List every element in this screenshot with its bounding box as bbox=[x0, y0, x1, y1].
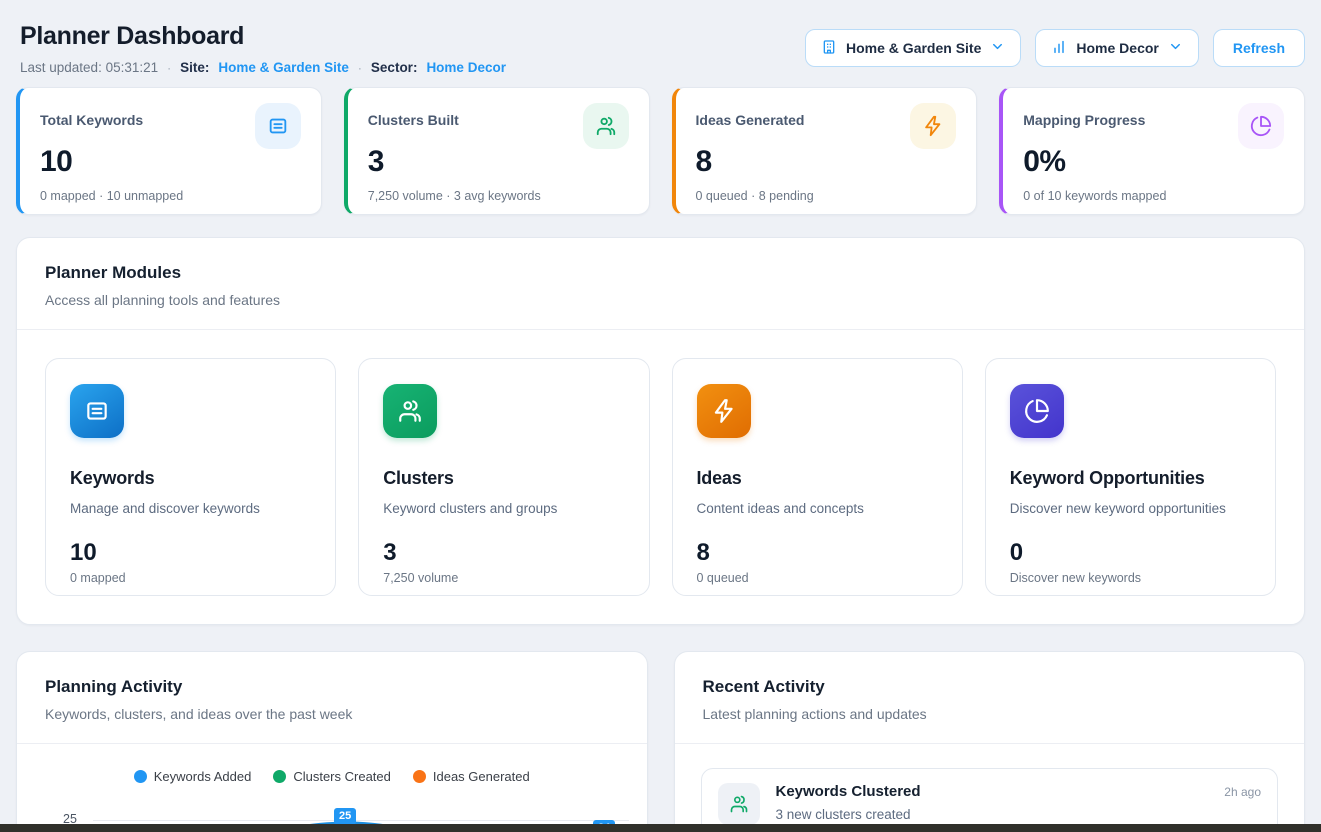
module-subtitle: 0 mapped bbox=[70, 571, 311, 585]
stat-value: 10 bbox=[40, 145, 301, 179]
module-title: Keywords bbox=[70, 468, 311, 489]
planner-modules-panel: Planner Modules Access all planning tool… bbox=[16, 237, 1305, 625]
activity-time: 2h ago bbox=[1224, 785, 1261, 799]
page-title: Planner Dashboard bbox=[20, 22, 506, 51]
sector-link[interactable]: Home Decor bbox=[426, 60, 506, 75]
module-value: 0 bbox=[1010, 539, 1251, 567]
module-subtitle: 0 queued bbox=[697, 571, 938, 585]
stat-subtitle: 0 of 10 keywords mapped bbox=[1023, 189, 1284, 203]
planning-activity-subtitle: Keywords, clusters, and ideas over the p… bbox=[45, 706, 619, 722]
recent-activity-title: Recent Activity bbox=[703, 677, 1277, 697]
legend-label: Clusters Created bbox=[293, 769, 391, 784]
stats-row: Total Keywords 10 0 mapped · 10 unmapped… bbox=[16, 87, 1305, 215]
legend-label: Keywords Added bbox=[154, 769, 252, 784]
stat-subtitle: 0 queued · 8 pending bbox=[696, 189, 957, 203]
legend-item-clusters-created: Clusters Created bbox=[273, 769, 391, 784]
stat-card-mapping-progress: Mapping Progress 0% 0 of 10 keywords map… bbox=[999, 87, 1305, 215]
module-card-keyword-opportunities[interactable]: Keyword Opportunities Discover new keywo… bbox=[985, 358, 1276, 596]
stat-value: 0% bbox=[1023, 145, 1284, 179]
bottom-row: Planning Activity Keywords, clusters, an… bbox=[16, 651, 1305, 832]
chevron-down-icon bbox=[990, 39, 1005, 57]
modules-grid: Keywords Manage and discover keywords 10… bbox=[17, 330, 1304, 624]
taskbar-edge bbox=[0, 824, 1321, 832]
stat-card-ideas-generated: Ideas Generated 8 0 queued · 8 pending bbox=[672, 87, 978, 215]
legend-item-ideas-generated: Ideas Generated bbox=[413, 769, 530, 784]
stat-card-clusters-built: Clusters Built 3 7,250 volume · 3 avg ke… bbox=[344, 87, 650, 215]
activity-title: Keywords Clustered bbox=[776, 783, 921, 800]
module-subtitle: Discover new keywords bbox=[1010, 571, 1251, 585]
legend-item-keywords-added: Keywords Added bbox=[134, 769, 252, 784]
module-title: Ideas bbox=[697, 468, 938, 489]
module-title: Keyword Opportunities bbox=[1010, 468, 1251, 489]
users-icon bbox=[383, 384, 437, 438]
point-label-badge: 25 bbox=[334, 808, 356, 825]
lightning-icon bbox=[697, 384, 751, 438]
last-updated-text: Last updated: 05:31:21 bbox=[20, 60, 158, 75]
module-description: Keyword clusters and groups bbox=[383, 501, 624, 516]
stat-label: Mapping Progress bbox=[1023, 112, 1145, 128]
stat-subtitle: 7,250 volume · 3 avg keywords bbox=[368, 189, 629, 203]
legend-dot-icon bbox=[273, 770, 286, 783]
planning-activity-panel: Planning Activity Keywords, clusters, an… bbox=[16, 651, 648, 832]
module-card-clusters[interactable]: Clusters Keyword clusters and groups 3 7… bbox=[358, 358, 649, 596]
refresh-button[interactable]: Refresh bbox=[1213, 29, 1305, 67]
page-header: Planner Dashboard Last updated: 05:31:21… bbox=[16, 22, 1305, 75]
chart-legend: Keywords Added Clusters Created Ideas Ge… bbox=[17, 768, 647, 784]
module-description: Manage and discover keywords bbox=[70, 501, 311, 516]
site-link[interactable]: Home & Garden Site bbox=[218, 60, 349, 75]
modules-section-title: Planner Modules bbox=[45, 263, 1276, 283]
legend-dot-icon bbox=[134, 770, 147, 783]
module-card-ideas[interactable]: Ideas Content ideas and concepts 8 0 que… bbox=[672, 358, 963, 596]
module-value: 3 bbox=[383, 539, 624, 567]
header-left: Planner Dashboard Last updated: 05:31:21… bbox=[16, 22, 506, 75]
planner-dashboard-page: Planner Dashboard Last updated: 05:31:21… bbox=[0, 0, 1321, 832]
module-subtitle: 7,250 volume bbox=[383, 571, 624, 585]
recent-activity-subtitle: Latest planning actions and updates bbox=[703, 706, 1277, 722]
activity-feed: Keywords Clustered 2h ago 3 new clusters… bbox=[675, 744, 1305, 832]
module-description: Content ideas and concepts bbox=[697, 501, 938, 516]
module-description: Discover new keyword opportunities bbox=[1010, 501, 1251, 516]
activity-description: 3 new clusters created bbox=[776, 807, 1262, 822]
users-icon bbox=[583, 103, 629, 149]
recent-activity-panel: Recent Activity Latest planning actions … bbox=[674, 651, 1306, 832]
module-value: 10 bbox=[70, 539, 311, 567]
header-meta: Last updated: 05:31:21 · Site: Home & Ga… bbox=[20, 60, 506, 75]
chevron-down-icon bbox=[1168, 39, 1183, 57]
legend-label: Ideas Generated bbox=[433, 769, 530, 784]
stat-label: Clusters Built bbox=[368, 112, 459, 128]
bar-chart-icon bbox=[1051, 39, 1067, 58]
document-icon bbox=[255, 103, 301, 149]
document-icon bbox=[70, 384, 124, 438]
pie-chart-icon bbox=[1238, 103, 1284, 149]
activity-item-keywords-clustered: Keywords Clustered 2h ago 3 new clusters… bbox=[701, 768, 1279, 832]
header-controls: Home & Garden Site Home Decor Refresh bbox=[805, 22, 1305, 67]
site-selector-label: Home & Garden Site bbox=[846, 40, 981, 56]
sector-label: Sector: bbox=[371, 60, 418, 75]
lightning-icon bbox=[910, 103, 956, 149]
stat-subtitle: 0 mapped · 10 unmapped bbox=[40, 189, 301, 203]
building-icon bbox=[821, 39, 837, 58]
planning-activity-title: Planning Activity bbox=[45, 677, 619, 697]
stat-value: 8 bbox=[696, 145, 957, 179]
stat-label: Total Keywords bbox=[40, 112, 143, 128]
module-title: Clusters bbox=[383, 468, 624, 489]
pie-chart-icon bbox=[1010, 384, 1064, 438]
users-icon bbox=[718, 783, 760, 825]
module-card-keywords[interactable]: Keywords Manage and discover keywords 10… bbox=[45, 358, 336, 596]
site-label: Site: bbox=[180, 60, 209, 75]
meta-separator: · bbox=[358, 61, 362, 75]
stat-label: Ideas Generated bbox=[696, 112, 805, 128]
module-value: 8 bbox=[697, 539, 938, 567]
meta-separator: · bbox=[167, 61, 171, 75]
stat-value: 3 bbox=[368, 145, 629, 179]
stat-card-total-keywords: Total Keywords 10 0 mapped · 10 unmapped bbox=[16, 87, 322, 215]
site-selector-button[interactable]: Home & Garden Site bbox=[805, 29, 1021, 67]
legend-dot-icon bbox=[413, 770, 426, 783]
sector-selector-label: Home Decor bbox=[1076, 40, 1158, 56]
modules-section-subtitle: Access all planning tools and features bbox=[45, 292, 1276, 308]
sector-selector-button[interactable]: Home Decor bbox=[1035, 29, 1198, 67]
